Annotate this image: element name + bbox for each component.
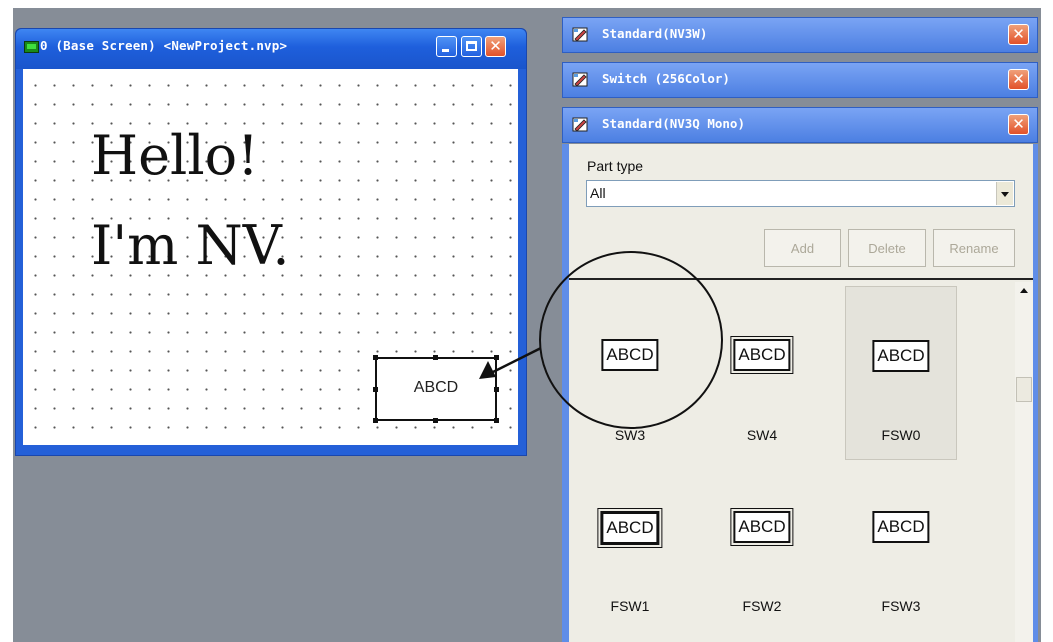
part-item-fsw1[interactable]: ABCD	[574, 486, 686, 582]
resize-handle[interactable]	[494, 355, 499, 360]
resize-handle[interactable]	[373, 355, 378, 360]
panel-title: Standard(NV3Q Mono)	[602, 116, 745, 131]
panel-divider	[569, 278, 1033, 280]
base-window-title: 0 (Base Screen) <NewProject.nvp>	[40, 38, 288, 53]
panel-close-button[interactable]: ✕	[1008, 114, 1029, 135]
canvas-text-line-2[interactable]: I'm NV.	[91, 219, 290, 273]
parts-library-icon	[572, 117, 588, 132]
part-item-sw3[interactable]: ABCD	[574, 314, 686, 410]
resize-handle[interactable]	[373, 418, 378, 423]
close-button[interactable]: ✕	[485, 36, 506, 57]
rename-button[interactable]: Rename	[933, 229, 1015, 267]
part-name-fsw3: FSW3	[881, 598, 921, 614]
maximize-button[interactable]	[461, 36, 482, 57]
close-icon: ✕	[489, 37, 502, 55]
part-name-fsw1: FSW1	[610, 598, 650, 614]
base-window-titlebar[interactable]: 0 (Base Screen) <NewProject.nvp> ✕	[16, 29, 526, 69]
part-name-fsw0: FSW0	[881, 427, 921, 443]
scroll-thumb[interactable]	[1016, 377, 1032, 402]
chevron-down-icon[interactable]	[996, 182, 1013, 205]
panel-close-button[interactable]: ✕	[1008, 69, 1029, 90]
maximize-icon	[466, 41, 477, 51]
part-preview: ABCD	[872, 511, 930, 543]
screen-icon	[24, 41, 39, 53]
panel-title: Switch (256Color)	[602, 71, 730, 86]
resize-handle[interactable]	[433, 355, 438, 360]
part-item-sw4[interactable]: ABCD	[706, 314, 818, 410]
scroll-up-icon[interactable]	[1015, 282, 1033, 300]
part-type-label: Part type	[587, 158, 644, 174]
screen-canvas[interactable]: Hello! I'm NV. ABCD	[23, 69, 518, 445]
panel-title: Standard(NV3W)	[602, 26, 708, 41]
minimize-icon	[442, 49, 449, 52]
part-type-select[interactable]: All	[586, 180, 1015, 207]
part-item-fsw2[interactable]: ABCD	[706, 486, 818, 582]
add-button[interactable]: Add	[764, 229, 841, 267]
panel-header-standard-nv3q-mono[interactable]: Standard(NV3Q Mono) ✕	[562, 107, 1038, 143]
parts-scrollbar[interactable]	[1015, 282, 1033, 642]
panel-close-button[interactable]: ✕	[1008, 24, 1029, 45]
part-item-fsw3[interactable]: ABCD	[845, 486, 957, 582]
panel-header-switch-256color[interactable]: Switch (256Color) ✕	[562, 62, 1038, 98]
resize-handle[interactable]	[433, 418, 438, 423]
parts-library-icon	[572, 72, 588, 87]
part-name-sw3: SW3	[614, 427, 646, 443]
part-preview: ABCD	[597, 508, 663, 548]
resize-handle[interactable]	[494, 418, 499, 423]
part-preview: ABCD	[872, 340, 930, 372]
part-preview: ABCD	[730, 508, 794, 546]
part-name-fsw2: FSW2	[742, 598, 782, 614]
part-type-value: All	[590, 185, 606, 201]
parts-panel-body: Part type All Add Delete Rename ABCD ABC…	[569, 144, 1033, 642]
parts-library-icon	[572, 27, 588, 42]
part-preview: ABCD	[730, 336, 794, 374]
part-preview: ABCD	[601, 339, 659, 371]
part-name-sw4: SW4	[746, 427, 778, 443]
placed-switch-part[interactable]: ABCD	[375, 357, 497, 421]
delete-button[interactable]: Delete	[848, 229, 926, 267]
minimize-button[interactable]	[436, 36, 457, 57]
resize-handle[interactable]	[494, 387, 499, 392]
panel-header-standard-nv3w[interactable]: Standard(NV3W) ✕	[562, 17, 1038, 53]
resize-handle[interactable]	[373, 387, 378, 392]
canvas-text-line-1[interactable]: Hello!	[91, 129, 259, 183]
base-screen-window[interactable]: 0 (Base Screen) <NewProject.nvp> ✕ Hello…	[15, 28, 527, 456]
